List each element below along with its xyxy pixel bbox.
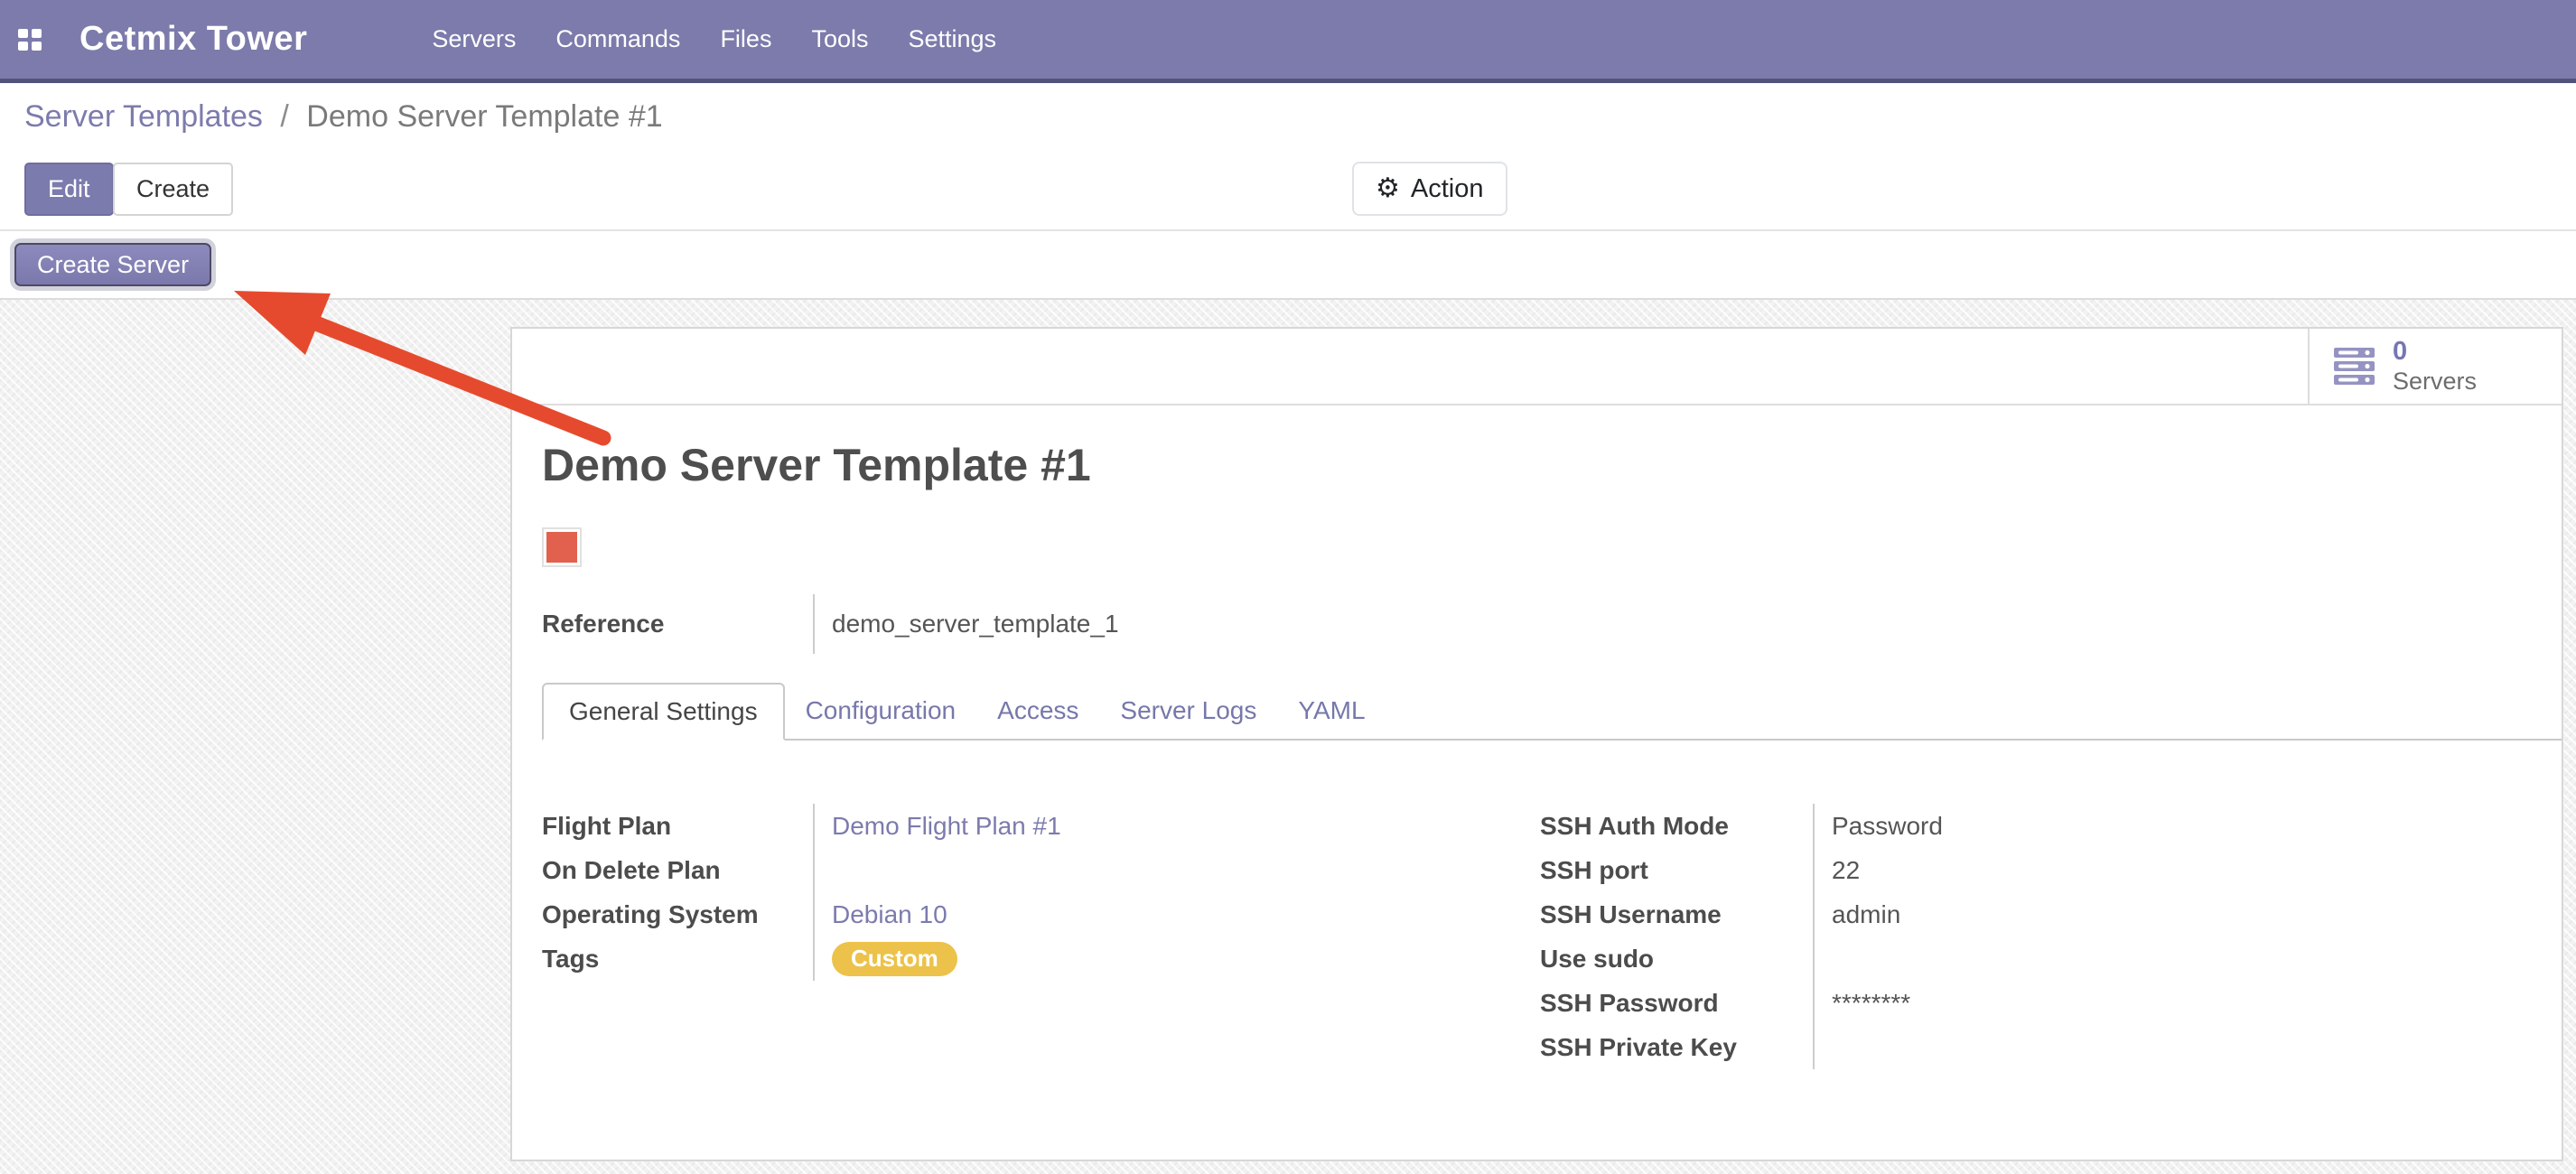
breadcrumb: Server Templates / Demo Server Template … <box>24 99 663 135</box>
ssh-private-key-label: SSH Private Key <box>1540 1025 1813 1069</box>
page: Cetmix Tower Servers Commands Files Tool… <box>0 0 2576 1174</box>
reference-value: demo_server_template_1 <box>813 594 1119 654</box>
labels-column: Flight Plan On Delete Plan Operating Sys… <box>542 804 813 981</box>
group-general: Flight Plan On Delete Plan Operating Sys… <box>542 804 1540 981</box>
reference-label: Reference <box>542 594 813 654</box>
breadcrumb-server-templates[interactable]: Server Templates <box>24 99 263 134</box>
tab-general-settings[interactable]: General Settings <box>542 683 785 741</box>
main-menu: Servers Commands Files Tools Settings <box>412 0 1016 79</box>
stat-label: Servers <box>2393 368 2477 396</box>
tab-yaml[interactable]: YAML <box>1277 683 1386 739</box>
ssh-auth-mode-value: Password <box>1832 804 2532 848</box>
flight-plan-value-link[interactable]: Demo Flight Plan #1 <box>832 812 1061 841</box>
field-groups: Flight Plan On Delete Plan Operating Sys… <box>542 804 2532 1069</box>
values-column: Demo Flight Plan #1 Debian 10 Custom <box>813 804 1540 981</box>
ssh-username-value: admin <box>1832 892 2532 936</box>
ssh-password-label: SSH Password <box>1540 981 1813 1025</box>
reference-field-row: Reference demo_server_template_1 <box>542 594 2525 654</box>
menu-files[interactable]: Files <box>700 0 791 79</box>
record-title: Demo Server Template #1 <box>542 439 1091 491</box>
stat-count: 0 <box>2393 337 2477 367</box>
servers-stat-button[interactable]: 0 Servers <box>2308 329 2562 404</box>
menu-tools[interactable]: Tools <box>791 0 888 79</box>
action-button[interactable]: ⚙ Action <box>1352 162 1507 216</box>
server-stack-icon <box>2333 348 2375 386</box>
flight-plan-label: Flight Plan <box>542 804 813 848</box>
gear-icon: ⚙ <box>1376 175 1400 202</box>
record-color-picker[interactable] <box>542 527 582 567</box>
breadcrumb-current: Demo Server Template #1 <box>306 99 662 134</box>
record-color-swatch <box>546 532 577 563</box>
top-navbar: Cetmix Tower Servers Commands Files Tool… <box>0 0 2576 83</box>
content-background: 0 Servers Demo Server Template #1 Refere… <box>0 300 2576 1174</box>
on-delete-plan-value <box>832 848 1540 892</box>
tab-server-logs[interactable]: Server Logs <box>1099 683 1277 739</box>
stat-texts: 0 Servers <box>2393 337 2477 395</box>
breadcrumb-separator: / <box>271 99 297 134</box>
use-sudo-label: Use sudo <box>1540 936 1813 981</box>
menu-commands[interactable]: Commands <box>536 0 700 79</box>
ssh-port-value: 22 <box>1832 848 2532 892</box>
action-button-label: Action <box>1411 174 1484 204</box>
ssh-username-label: SSH Username <box>1540 892 1813 936</box>
use-sudo-value <box>1832 936 2532 981</box>
apps-grid-icon[interactable] <box>18 29 42 51</box>
menu-settings[interactable]: Settings <box>888 0 1016 79</box>
group-ssh: SSH Auth Mode SSH port SSH Username Use … <box>1540 804 2532 1069</box>
button-box: 0 Servers <box>512 329 2562 405</box>
ssh-private-key-value <box>1832 1025 2532 1069</box>
ssh-auth-mode-label: SSH Auth Mode <box>1540 804 1813 848</box>
ssh-password-value: ******** <box>1832 981 2532 1025</box>
tab-access[interactable]: Access <box>976 683 1099 739</box>
form-sheet: 0 Servers Demo Server Template #1 Refere… <box>510 327 2563 1161</box>
apps-grid-square <box>32 29 42 38</box>
edit-button[interactable]: Edit <box>24 163 114 216</box>
apps-grid-square <box>18 29 28 38</box>
operating-system-label: Operating System <box>542 892 813 936</box>
menu-servers[interactable]: Servers <box>412 0 536 79</box>
tags-label: Tags <box>542 936 813 981</box>
labels-column: SSH Auth Mode SSH port SSH Username Use … <box>1540 804 1813 1069</box>
operating-system-value-link[interactable]: Debian 10 <box>832 900 947 929</box>
values-column: Password 22 admin ******** <box>1813 804 2532 1069</box>
create-server-button[interactable]: Create Server <box>14 243 211 286</box>
apps-grid-square <box>18 42 28 51</box>
on-delete-plan-label: On Delete Plan <box>542 848 813 892</box>
notebook-tabs: General Settings Configuration Access Se… <box>542 683 2562 741</box>
tab-configuration[interactable]: Configuration <box>785 683 977 739</box>
statusbar: Create Server <box>0 229 2576 300</box>
ssh-port-label: SSH port <box>1540 848 1813 892</box>
tag-custom: Custom <box>832 942 957 976</box>
create-button[interactable]: Create <box>113 163 233 216</box>
apps-grid-square <box>32 42 42 51</box>
app-brand[interactable]: Cetmix Tower <box>79 20 307 59</box>
